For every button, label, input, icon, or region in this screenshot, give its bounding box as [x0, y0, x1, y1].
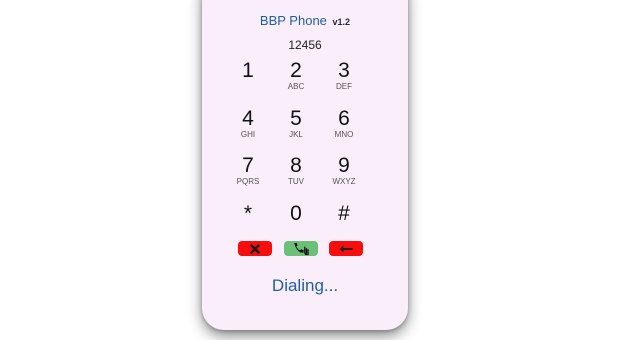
- key-digit: 5: [290, 107, 302, 130]
- phone-panel: BBP Phone v1.2 12456 1 2 ABC 3 DEF 4 GHI…: [202, 0, 408, 330]
- call-button[interactable]: [284, 241, 318, 256]
- clear-button[interactable]: [238, 241, 272, 256]
- dialed-number: 12456: [288, 38, 322, 52]
- key-9[interactable]: 9 WXYZ: [324, 155, 364, 187]
- key-star[interactable]: *: [228, 203, 268, 225]
- key-letters: WXYZ: [332, 177, 356, 186]
- key-digit: 0: [290, 202, 302, 225]
- key-letters: MNO: [334, 130, 354, 139]
- key-7[interactable]: 7 PQRS: [228, 155, 268, 187]
- key-2[interactable]: 2 ABC: [276, 60, 316, 92]
- key-5[interactable]: 5 JKL: [276, 108, 316, 140]
- left-arrow-icon: [339, 245, 353, 252]
- key-digit: 7: [242, 154, 254, 177]
- key-letters: JKL: [289, 130, 303, 139]
- key-digit: 2: [290, 59, 302, 82]
- key-digit: 3: [338, 59, 350, 82]
- key-letters: DEF: [336, 82, 352, 91]
- key-letters: PQRS: [236, 177, 260, 186]
- key-hash[interactable]: #: [324, 203, 364, 225]
- phone-icon: [294, 242, 309, 255]
- key-digit: 9: [338, 154, 350, 177]
- x-icon: [250, 243, 260, 254]
- key-letters: TUV: [288, 177, 304, 186]
- app-title: BBP Phone v1.2: [202, 13, 408, 28]
- key-digit: 6: [338, 107, 350, 130]
- key-4[interactable]: 4 GHI: [228, 108, 268, 140]
- key-6[interactable]: 6 MNO: [324, 108, 364, 140]
- key-digit: #: [338, 202, 350, 225]
- key-8[interactable]: 8 TUV: [276, 155, 316, 187]
- app-version: v1.2: [332, 17, 351, 27]
- key-digit: *: [243, 202, 253, 225]
- key-digit: 1: [242, 59, 254, 82]
- app-title-text: BBP Phone: [259, 13, 327, 28]
- key-letters: GHI: [240, 130, 256, 139]
- key-digit: 8: [290, 154, 302, 177]
- key-0[interactable]: 0: [276, 203, 316, 225]
- call-status: Dialing...: [271, 276, 339, 295]
- key-3[interactable]: 3 DEF: [324, 60, 364, 92]
- backspace-button[interactable]: [329, 241, 363, 256]
- key-digit: 4: [242, 107, 254, 130]
- key-1[interactable]: 1: [228, 60, 268, 82]
- key-letters: ABC: [287, 82, 305, 91]
